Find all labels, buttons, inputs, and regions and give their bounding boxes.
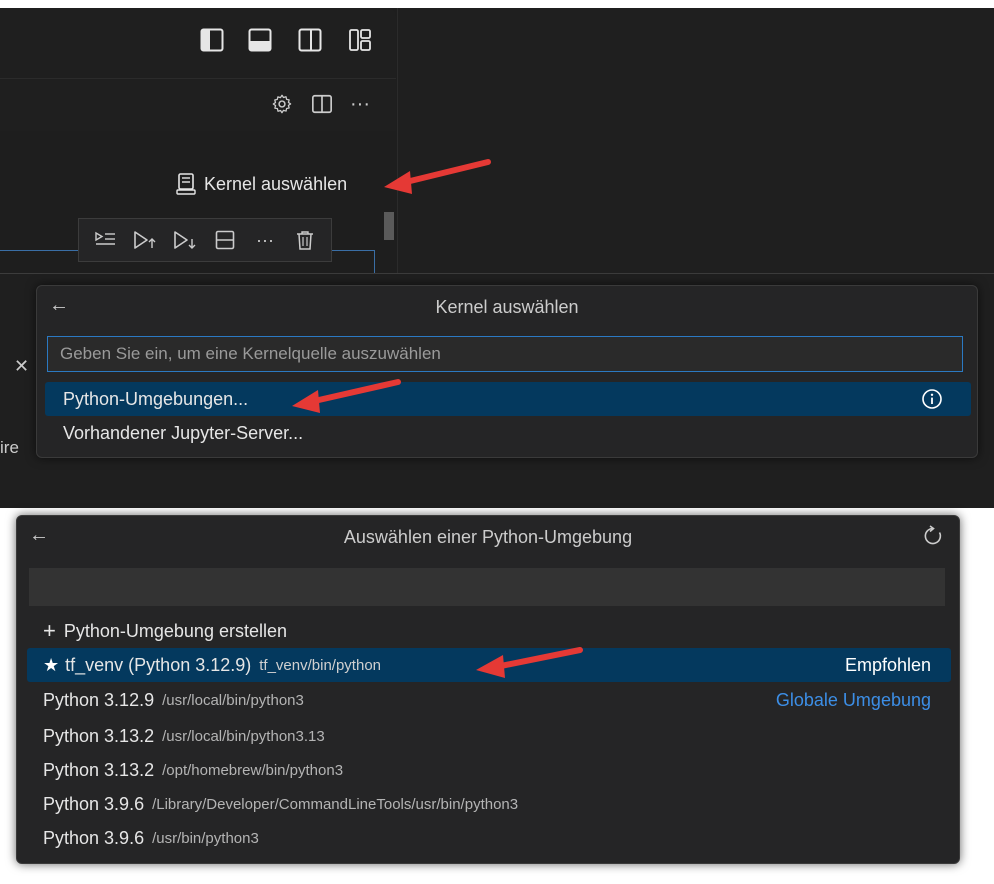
customize-layout-icon [349, 29, 371, 51]
list-item-label: Python-Umgebungen... [63, 388, 249, 409]
kernel-select-button[interactable]: Kernel auswählen [176, 170, 347, 198]
environment-name: Python 3.13.2 [43, 759, 155, 780]
environment-path: /usr/local/bin/python3 [162, 691, 304, 709]
environment-item[interactable]: Python 3.9.6 /usr/bin/python3 [27, 821, 951, 855]
toggle-panel-icon [248, 28, 272, 52]
environment-item[interactable]: Python 3.9.6 /Library/Developer/CommandL… [27, 787, 951, 821]
environment-name: Python 3.9.6 [43, 827, 145, 848]
server-icon [176, 173, 196, 195]
environment-name: Python 3.13.2 [43, 725, 155, 746]
info-icon[interactable] [921, 388, 943, 410]
toggle-primary-sidebar-button[interactable] [198, 26, 226, 54]
split-cell-button[interactable] [211, 226, 239, 254]
environment-name: Python 3.12.9 [43, 689, 155, 710]
more-actions-button[interactable]: ··· [346, 90, 374, 118]
environment-item[interactable]: Python 3.12.9 /usr/local/bin/python3 Glo… [27, 683, 951, 717]
star-icon: ★ [43, 654, 60, 675]
environment-path: tf_venv/bin/python [259, 656, 382, 674]
toggle-secondary-sidebar-button[interactable] [296, 26, 324, 54]
empty-editor-region [397, 8, 994, 273]
refresh-icon[interactable] [921, 524, 945, 548]
cell-more-button[interactable]: ··· [251, 226, 279, 254]
kernel-select-label: Kernel auswählen [204, 173, 348, 194]
environment-path: /Library/Developer/CommandLineTools/usr/… [152, 795, 519, 813]
run-below-icon [174, 231, 196, 249]
split-editor-button[interactable] [308, 90, 336, 118]
environment-name: tf_venv (Python 3.12.9) [65, 654, 252, 675]
split-editor-icon [312, 94, 332, 114]
customize-layout-button[interactable] [346, 26, 374, 54]
delete-cell-button[interactable] [291, 226, 319, 254]
run-above-icon [134, 231, 156, 249]
quick-pick-title: Kernel auswählen [435, 297, 579, 317]
environment-name: Python 3.9.6 [43, 793, 145, 814]
kernel-source-input[interactable] [47, 336, 963, 372]
create-environment-item[interactable]: + Python-Umgebung erstellen [27, 614, 951, 648]
ellipsis-icon: ··· [350, 92, 370, 115]
recommended-badge: Empfohlen [844, 654, 931, 675]
list-item-python-environments[interactable]: Python-Umgebungen... [45, 382, 971, 416]
execute-above-button[interactable] [91, 226, 119, 254]
cell-toolbar: ··· [78, 218, 332, 262]
editor-window: ··· Kernel auswählen ··· [0, 8, 994, 275]
run-by-line-icon [95, 231, 115, 245]
obscured-text-fragment: ire [0, 438, 19, 457]
toggle-panel-button[interactable] [246, 26, 274, 54]
environment-filter-input[interactable] [29, 568, 945, 606]
split-cell-icon [215, 230, 235, 250]
environment-item-tf-venv[interactable]: ★ tf_venv (Python 3.12.9) tf_venv/bin/py… [27, 648, 951, 682]
environment-item[interactable]: Python 3.13.2 /usr/local/bin/python3.13 [27, 719, 951, 753]
run-below-button[interactable] [171, 226, 199, 254]
plus-icon: + [43, 618, 56, 643]
kernel-quick-pick: ← Kernel auswählen Python-Umgebungen... … [36, 285, 978, 458]
run-above-button[interactable] [131, 226, 159, 254]
environment-path: /usr/local/bin/python3.13 [162, 727, 325, 745]
environment-path: /opt/homebrew/bin/python3 [162, 761, 344, 779]
ellipsis-icon: ··· [256, 229, 274, 250]
environment-item[interactable]: Python 3.13.2 /opt/homebrew/bin/python3 [27, 753, 951, 787]
create-environment-label: Python-Umgebung erstellen [63, 620, 287, 641]
title-bar [0, 8, 396, 79]
settings-button[interactable] [268, 90, 296, 118]
quick-pick-title: Auswählen einer Python-Umgebung [343, 527, 633, 547]
scrollbar-marker [384, 212, 394, 240]
python-environment-quick-pick: ← Auswählen einer Python-Umgebung + Pyth… [16, 515, 960, 864]
global-environment-badge: Globale Umgebung [775, 689, 931, 710]
gear-icon [272, 94, 292, 114]
close-icon[interactable]: ✕ [14, 356, 29, 377]
toggle-primary-sidebar-icon [200, 28, 224, 52]
editor-toolbar: ··· [0, 79, 396, 131]
environment-path: /usr/bin/python3 [152, 829, 259, 847]
list-item-existing-jupyter-server[interactable]: Vorhandener Jupyter-Server... [45, 416, 971, 450]
list-item-label: Vorhandener Jupyter-Server... [63, 422, 304, 443]
toggle-secondary-sidebar-icon [298, 28, 322, 52]
trash-icon [297, 231, 313, 250]
